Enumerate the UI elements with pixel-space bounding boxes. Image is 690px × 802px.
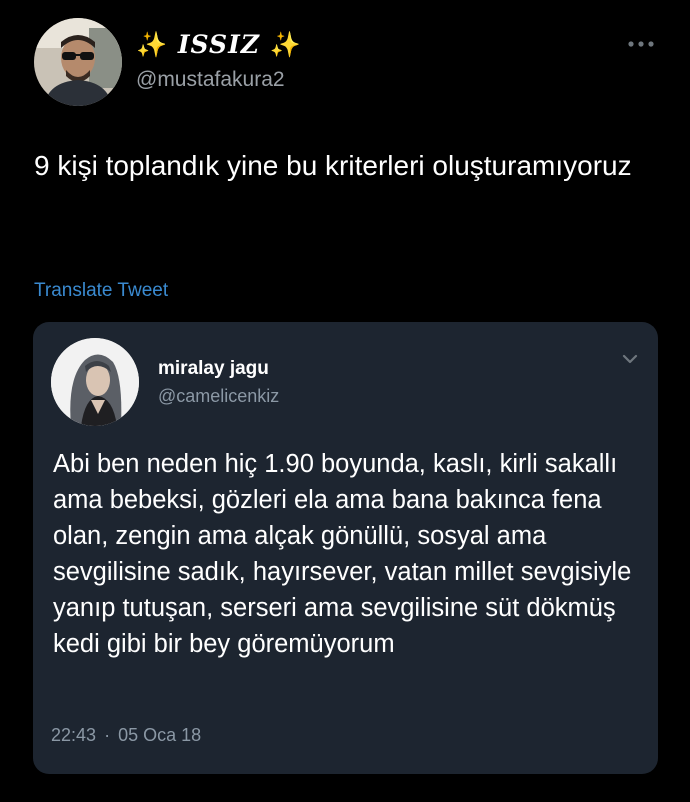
chevron-down-icon[interactable] [622, 352, 638, 364]
translate-tweet-link[interactable]: Translate Tweet [34, 280, 168, 302]
quoted-tweet-time: 22:43 [51, 725, 97, 745]
tweet-header: ✨ ISSIZ ✨ @mustafakura2 [34, 18, 664, 108]
quoted-tweet-timestamp: 22:43 · 05 Oca 18 [51, 725, 201, 746]
quoted-author-avatar[interactable] [51, 338, 139, 426]
quoted-tweet-text: Abi ben neden hiç 1.90 boyunda, kaslı, k… [53, 450, 632, 658]
timestamp-separator: · [104, 725, 111, 745]
author-handle[interactable]: @mustafakura2 [136, 68, 285, 92]
tweet-text: 9 kişi toplandık yine bu kriterleri oluş… [34, 150, 632, 181]
author-avatar[interactable] [34, 18, 122, 106]
sparkles-icon: ✨ [269, 30, 302, 59]
ellipsis-horizontal-icon[interactable] [626, 36, 656, 47]
quoted-tweet-date: 05 Oca 18 [118, 725, 202, 745]
author-display-name[interactable]: ✨ ISSIZ ✨ [136, 30, 302, 60]
quoted-author-handle[interactable]: @camelicenkiz [158, 386, 279, 407]
sparkles-icon: ✨ [136, 30, 169, 59]
author-name-text: ISSIZ [177, 30, 261, 59]
quoted-author-name[interactable]: miralay jagu [158, 358, 269, 380]
author-avatar-image [34, 18, 122, 106]
quoted-tweet-card[interactable]: miralay jagu @camelicenkiz Abi ben neden… [33, 322, 658, 774]
quoted-author-avatar-image [51, 338, 139, 426]
